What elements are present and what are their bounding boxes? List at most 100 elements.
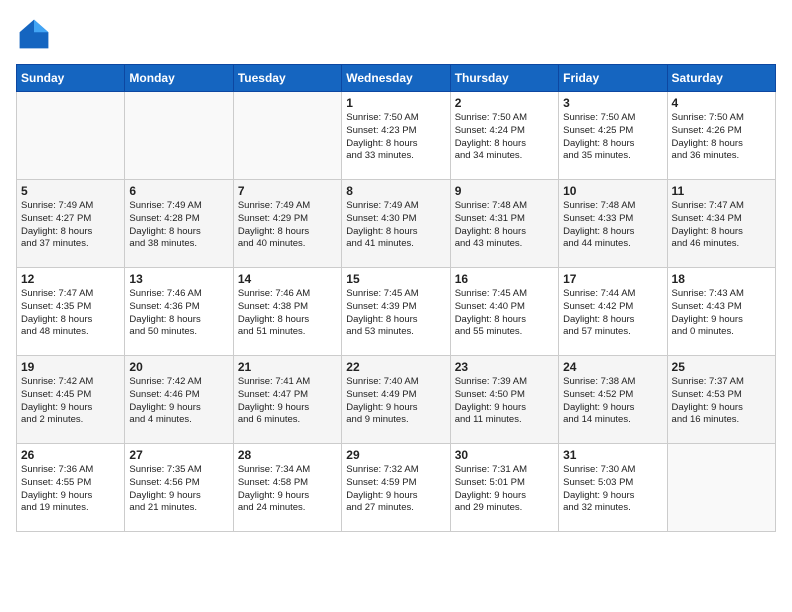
day-info: Sunrise: 7:40 AM Sunset: 4:49 PM Dayligh… [346,376,445,427]
day-info: Sunrise: 7:46 AM Sunset: 4:38 PM Dayligh… [238,288,337,339]
day-info: Sunrise: 7:46 AM Sunset: 4:36 PM Dayligh… [129,288,228,339]
day-info: Sunrise: 7:49 AM Sunset: 4:28 PM Dayligh… [129,200,228,251]
column-header-thursday: Thursday [450,65,558,92]
calendar-cell: 25 Sunrise: 7:37 AM Sunset: 4:53 PM Dayli… [667,356,775,444]
day-number: 14 [238,272,337,286]
calendar-cell: 20 Sunrise: 7:42 AM Sunset: 4:46 PM Dayli… [125,356,233,444]
day-info: Sunrise: 7:49 AM Sunset: 4:27 PM Dayligh… [21,200,120,251]
calendar-cell [17,92,125,180]
calendar-cell: 10 Sunrise: 7:48 AM Sunset: 4:33 PM Dayli… [559,180,667,268]
day-number: 19 [21,360,120,374]
calendar-cell [125,92,233,180]
day-info: Sunrise: 7:43 AM Sunset: 4:43 PM Dayligh… [672,288,771,339]
column-header-saturday: Saturday [667,65,775,92]
column-header-monday: Monday [125,65,233,92]
calendar-cell: 23 Sunrise: 7:39 AM Sunset: 4:50 PM Dayli… [450,356,558,444]
day-info: Sunrise: 7:34 AM Sunset: 4:58 PM Dayligh… [238,464,337,515]
day-number: 4 [672,96,771,110]
calendar-cell: 19 Sunrise: 7:42 AM Sunset: 4:45 PM Dayli… [17,356,125,444]
day-number: 5 [21,184,120,198]
calendar-cell: 31 Sunrise: 7:30 AM Sunset: 5:03 PM Dayli… [559,444,667,532]
day-number: 24 [563,360,662,374]
calendar-week-row: 19 Sunrise: 7:42 AM Sunset: 4:45 PM Dayli… [17,356,776,444]
day-info: Sunrise: 7:38 AM Sunset: 4:52 PM Dayligh… [563,376,662,427]
day-number: 12 [21,272,120,286]
day-number: 10 [563,184,662,198]
day-number: 9 [455,184,554,198]
column-header-tuesday: Tuesday [233,65,341,92]
day-info: Sunrise: 7:30 AM Sunset: 5:03 PM Dayligh… [563,464,662,515]
page-header [16,16,776,52]
day-number: 6 [129,184,228,198]
column-header-wednesday: Wednesday [342,65,450,92]
day-info: Sunrise: 7:32 AM Sunset: 4:59 PM Dayligh… [346,464,445,515]
day-info: Sunrise: 7:31 AM Sunset: 5:01 PM Dayligh… [455,464,554,515]
day-number: 20 [129,360,228,374]
calendar-cell: 22 Sunrise: 7:40 AM Sunset: 4:49 PM Dayli… [342,356,450,444]
day-number: 11 [672,184,771,198]
day-number: 28 [238,448,337,462]
logo [16,16,56,52]
day-number: 25 [672,360,771,374]
calendar-cell: 21 Sunrise: 7:41 AM Sunset: 4:47 PM Dayli… [233,356,341,444]
calendar-cell: 14 Sunrise: 7:46 AM Sunset: 4:38 PM Dayli… [233,268,341,356]
calendar-cell: 29 Sunrise: 7:32 AM Sunset: 4:59 PM Dayli… [342,444,450,532]
day-number: 31 [563,448,662,462]
calendar-cell: 1Sunrise: 7:50 AM Sunset: 4:23 PM Daylig… [342,92,450,180]
day-number: 18 [672,272,771,286]
calendar-cell: 2 Sunrise: 7:50 AM Sunset: 4:24 PM Daylig… [450,92,558,180]
calendar-table: SundayMondayTuesdayWednesdayThursdayFrid… [16,64,776,532]
day-info: Sunrise: 7:41 AM Sunset: 4:47 PM Dayligh… [238,376,337,427]
day-info: Sunrise: 7:36 AM Sunset: 4:55 PM Dayligh… [21,464,120,515]
day-info: Sunrise: 7:47 AM Sunset: 4:34 PM Dayligh… [672,200,771,251]
calendar-cell: 3 Sunrise: 7:50 AM Sunset: 4:25 PM Daylig… [559,92,667,180]
day-number: 16 [455,272,554,286]
day-number: 2 [455,96,554,110]
column-header-sunday: Sunday [17,65,125,92]
day-info: Sunrise: 7:49 AM Sunset: 4:30 PM Dayligh… [346,200,445,251]
calendar-cell: 11 Sunrise: 7:47 AM Sunset: 4:34 PM Dayli… [667,180,775,268]
calendar-cell: 17Sunrise: 7:44 AM Sunset: 4:42 PM Dayli… [559,268,667,356]
column-header-friday: Friday [559,65,667,92]
calendar-cell: 6 Sunrise: 7:49 AM Sunset: 4:28 PM Daylig… [125,180,233,268]
day-info: Sunrise: 7:42 AM Sunset: 4:46 PM Dayligh… [129,376,228,427]
day-info: Sunrise: 7:39 AM Sunset: 4:50 PM Dayligh… [455,376,554,427]
calendar-week-row: 1Sunrise: 7:50 AM Sunset: 4:23 PM Daylig… [17,92,776,180]
logo-icon [16,16,52,52]
day-number: 30 [455,448,554,462]
calendar-cell: 15Sunrise: 7:45 AM Sunset: 4:39 PM Dayli… [342,268,450,356]
calendar-week-row: 12Sunrise: 7:47 AM Sunset: 4:35 PM Dayli… [17,268,776,356]
day-number: 7 [238,184,337,198]
day-info: Sunrise: 7:45 AM Sunset: 4:39 PM Dayligh… [346,288,445,339]
day-number: 8 [346,184,445,198]
day-number: 23 [455,360,554,374]
day-info: Sunrise: 7:50 AM Sunset: 4:24 PM Dayligh… [455,112,554,163]
day-number: 17 [563,272,662,286]
calendar-cell: 24 Sunrise: 7:38 AM Sunset: 4:52 PM Dayli… [559,356,667,444]
calendar-week-row: 26 Sunrise: 7:36 AM Sunset: 4:55 PM Dayli… [17,444,776,532]
day-info: Sunrise: 7:48 AM Sunset: 4:33 PM Dayligh… [563,200,662,251]
day-number: 29 [346,448,445,462]
day-info: Sunrise: 7:48 AM Sunset: 4:31 PM Dayligh… [455,200,554,251]
day-info: Sunrise: 7:37 AM Sunset: 4:53 PM Dayligh… [672,376,771,427]
calendar-cell: 4Sunrise: 7:50 AM Sunset: 4:26 PM Daylig… [667,92,775,180]
day-number: 3 [563,96,662,110]
day-number: 26 [21,448,120,462]
calendar-cell: 28 Sunrise: 7:34 AM Sunset: 4:58 PM Dayli… [233,444,341,532]
day-info: Sunrise: 7:35 AM Sunset: 4:56 PM Dayligh… [129,464,228,515]
calendar-cell: 5 Sunrise: 7:49 AM Sunset: 4:27 PM Daylig… [17,180,125,268]
day-number: 22 [346,360,445,374]
calendar-cell: 30 Sunrise: 7:31 AM Sunset: 5:01 PM Dayli… [450,444,558,532]
calendar-cell [233,92,341,180]
calendar-cell: 7Sunrise: 7:49 AM Sunset: 4:29 PM Daylig… [233,180,341,268]
day-info: Sunrise: 7:42 AM Sunset: 4:45 PM Dayligh… [21,376,120,427]
calendar-header-row: SundayMondayTuesdayWednesdayThursdayFrid… [17,65,776,92]
calendar-cell [667,444,775,532]
calendar-cell: 26 Sunrise: 7:36 AM Sunset: 4:55 PM Dayli… [17,444,125,532]
calendar-cell: 9 Sunrise: 7:48 AM Sunset: 4:31 PM Daylig… [450,180,558,268]
day-number: 21 [238,360,337,374]
day-number: 27 [129,448,228,462]
calendar-cell: 8 Sunrise: 7:49 AM Sunset: 4:30 PM Daylig… [342,180,450,268]
day-info: Sunrise: 7:50 AM Sunset: 4:25 PM Dayligh… [563,112,662,163]
calendar-cell: 27 Sunrise: 7:35 AM Sunset: 4:56 PM Dayli… [125,444,233,532]
